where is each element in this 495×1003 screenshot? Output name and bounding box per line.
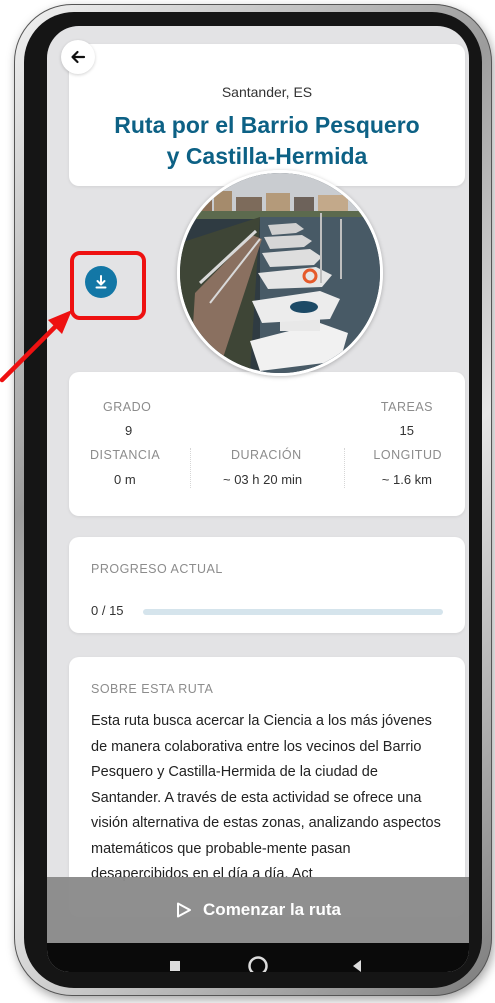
app-screen: Santander, ES Ruta por el Barrio Pesquer… (47, 26, 469, 972)
highlight-box (70, 251, 146, 320)
stats-divider (190, 448, 191, 488)
annotation-arrow-icon (0, 310, 72, 383)
route-photo (177, 170, 383, 376)
stats-divider (344, 448, 345, 488)
system-nav-bar (47, 943, 469, 972)
duracion-label: DURACIÓN (231, 448, 302, 462)
nav-back-button[interactable] (327, 943, 387, 972)
about-text: Esta ruta busca acercar la Ciencia a los… (91, 713, 441, 882)
longitud-label: LONGITUD (373, 448, 442, 462)
progress-label: PROGRESO ACTUAL (91, 562, 223, 576)
start-route-label: Comenzar la ruta (203, 900, 341, 919)
distancia-value: 0 m (114, 472, 136, 487)
route-stats-card: GRADO 9 TAREAS 15 DISTANCIA 0 m DURACIÓN… (69, 372, 465, 516)
route-title: Ruta por el Barrio Pesquero y Castilla-H… (79, 110, 455, 172)
route-header-card: Santander, ES Ruta por el Barrio Pesquer… (69, 44, 465, 186)
longitud-value: ~ 1.6 km (381, 472, 432, 487)
start-route-button[interactable]: Comenzar la ruta (47, 877, 469, 943)
back-button[interactable] (61, 40, 95, 74)
arrow-left-icon (71, 50, 86, 64)
circle-icon (248, 956, 268, 972)
distancia-label: DISTANCIA (90, 448, 161, 462)
progress-bar (143, 609, 443, 615)
play-outline-icon (177, 902, 192, 918)
tareas-label: TAREAS (380, 400, 433, 414)
nav-recents-button[interactable] (145, 943, 205, 972)
grado-value: 9 (125, 423, 133, 438)
progress-card: PROGRESO ACTUAL 0 / 15 (69, 537, 465, 633)
route-location: Santander, ES (221, 84, 313, 100)
square-icon (170, 961, 180, 971)
triangle-left-icon (353, 960, 361, 972)
route-title-line-2: y Castilla-Hermida (166, 143, 368, 169)
progress-value: 0 / 15 (91, 603, 124, 618)
nav-home-button[interactable] (228, 943, 288, 972)
about-label: SOBRE ESTA RUTA (91, 682, 214, 696)
grado-label: GRADO (103, 400, 152, 414)
duracion-value: ~ 03 h 20 min (223, 472, 303, 487)
tareas-value: 15 (399, 423, 414, 438)
route-title-line-1: Ruta por el Barrio Pesquero (114, 112, 420, 138)
